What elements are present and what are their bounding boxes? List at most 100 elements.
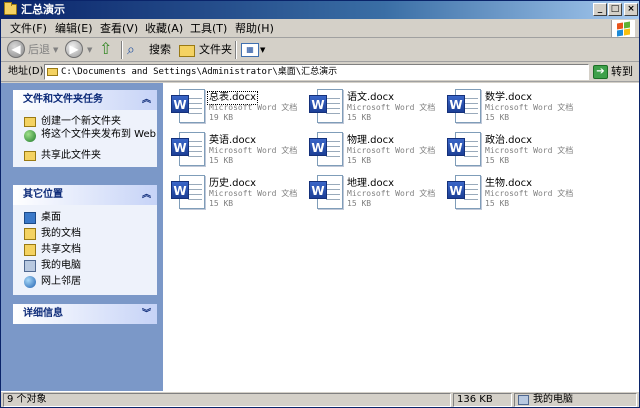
task-label: 共享此文件夹 bbox=[41, 150, 101, 161]
search-icon[interactable]: ⌕ bbox=[127, 41, 147, 59]
task-share-folder[interactable]: 共享此文件夹 bbox=[13, 149, 157, 163]
file-size: 15 KB bbox=[485, 113, 510, 122]
file-tasks-panel: 文件和文件夹任务 ︽ 创建一个新文件夹 将这个文件夹发布到 Web 共享此文件夹 bbox=[13, 90, 157, 167]
menu-edit[interactable]: 编辑(E) bbox=[55, 22, 93, 35]
place-label: 桌面 bbox=[41, 212, 61, 223]
back-button[interactable]: 后退 bbox=[28, 41, 50, 59]
file-type: Microsoft Word 文档 bbox=[347, 103, 436, 112]
status-location-label: 我的电脑 bbox=[533, 394, 573, 405]
panel-header[interactable]: 文件和文件夹任务 ︽ bbox=[13, 90, 157, 110]
network-icon bbox=[24, 276, 36, 288]
panel-title: 其它位置 bbox=[23, 189, 63, 200]
file-item[interactable]: W 物理.docx Microsoft Word 文档 15 KB bbox=[309, 130, 444, 170]
expand-chevron-icon[interactable]: ︾ bbox=[142, 304, 151, 324]
status-object-count: 9 个对象 bbox=[3, 393, 451, 407]
go-arrow-icon: ➔ bbox=[593, 65, 608, 79]
views-dropdown-icon[interactable]: ▼ bbox=[260, 41, 265, 59]
file-item[interactable]: W 生物.docx Microsoft Word 文档 15 KB bbox=[447, 173, 582, 213]
search-button[interactable]: 搜索 bbox=[149, 41, 171, 59]
title-bar[interactable]: 汇总演示 _ □ × bbox=[1, 1, 639, 19]
computer-icon bbox=[24, 260, 36, 272]
menu-file[interactable]: 文件(F) bbox=[10, 22, 47, 35]
file-type: Microsoft Word 文档 bbox=[209, 146, 298, 155]
place-label: 我的电脑 bbox=[41, 260, 81, 271]
task-label: 创建一个新文件夹 bbox=[41, 116, 121, 127]
word-document-icon: W bbox=[171, 175, 207, 211]
my-documents-icon bbox=[24, 228, 36, 240]
maximize-button[interactable]: □ bbox=[608, 3, 622, 16]
place-my-documents[interactable]: 我的文档 bbox=[13, 227, 157, 243]
file-name: 数学.docx bbox=[485, 92, 533, 103]
up-folder-icon[interactable]: ⇧ bbox=[99, 41, 117, 59]
panel-title: 详细信息 bbox=[23, 308, 63, 319]
place-my-computer[interactable]: 我的电脑 bbox=[13, 259, 157, 275]
toolbar: ◀ 后退 ▼ ▶ ▼ ⇧ ⌕ 搜索 文件夹 ▦ ▼ bbox=[1, 38, 639, 62]
file-name: 历史.docx bbox=[209, 178, 257, 189]
go-label: 转到 bbox=[611, 65, 633, 78]
folder-icon bbox=[47, 68, 58, 76]
menu-favorites[interactable]: 收藏(A) bbox=[145, 22, 183, 35]
file-name: 语文.docx bbox=[347, 92, 395, 103]
status-size: 136 KB bbox=[453, 393, 512, 407]
minimize-button[interactable]: _ bbox=[593, 3, 607, 16]
file-item[interactable]: W 数学.docx Microsoft Word 文档 15 KB bbox=[447, 87, 582, 127]
menu-view[interactable]: 查看(V) bbox=[100, 22, 138, 35]
word-document-icon: W bbox=[447, 132, 483, 168]
forward-dropdown-icon[interactable]: ▼ bbox=[87, 41, 92, 59]
go-button[interactable]: ➔ 转到 bbox=[593, 64, 633, 80]
collapse-chevron-icon[interactable]: ︽ bbox=[142, 185, 151, 205]
place-label: 网上邻居 bbox=[41, 276, 81, 287]
file-item[interactable]: W 政治.docx Microsoft Word 文档 15 KB bbox=[447, 130, 582, 170]
place-desktop[interactable]: 桌面 bbox=[13, 211, 157, 227]
windows-logo-icon bbox=[611, 20, 635, 37]
task-label: 将这个文件夹发布到 Web bbox=[41, 129, 156, 140]
collapse-chevron-icon[interactable]: ︽ bbox=[142, 90, 151, 110]
panel-header[interactable]: 详细信息 ︾ bbox=[13, 304, 157, 324]
views-icon[interactable]: ▦ bbox=[241, 43, 259, 57]
file-type: Microsoft Word 文档 bbox=[485, 189, 574, 198]
file-item[interactable]: W 语文.docx Microsoft Word 文档 15 KB bbox=[309, 87, 444, 127]
task-publish-web[interactable]: 将这个文件夹发布到 Web bbox=[13, 129, 157, 149]
menu-help[interactable]: 帮助(H) bbox=[235, 22, 274, 35]
file-size: 15 KB bbox=[485, 199, 510, 208]
panel-header[interactable]: 其它位置 ︽ bbox=[13, 185, 157, 205]
file-item[interactable]: W 历史.docx Microsoft Word 文档 15 KB bbox=[171, 173, 306, 213]
file-item[interactable]: W 地理.docx Microsoft Word 文档 15 KB bbox=[309, 173, 444, 213]
address-bar: 地址(D) C:\Documents and Settings\Administ… bbox=[1, 62, 639, 82]
file-item[interactable]: W 英语.docx Microsoft Word 文档 15 KB bbox=[171, 130, 306, 170]
file-size: 15 KB bbox=[209, 199, 234, 208]
menu-bar: 文件(F) 编辑(E) 查看(V) 收藏(A) 工具(T) 帮助(H) bbox=[1, 19, 639, 38]
globe-icon bbox=[24, 130, 36, 142]
folders-button[interactable]: 文件夹 bbox=[199, 41, 232, 59]
word-document-icon: W bbox=[309, 132, 345, 168]
file-list: W 总表.docx Microsoft Word 文档 19 KB W 语文.docx Mi… bbox=[163, 83, 639, 391]
close-button[interactable]: × bbox=[624, 3, 638, 16]
place-shared-documents[interactable]: 共享文档 bbox=[13, 243, 157, 259]
file-item[interactable]: W 总表.docx Microsoft Word 文档 19 KB bbox=[171, 87, 306, 127]
desktop-icon bbox=[24, 212, 36, 224]
file-size: 15 KB bbox=[347, 199, 372, 208]
menu-tools[interactable]: 工具(T) bbox=[190, 22, 227, 35]
file-name: 英语.docx bbox=[209, 135, 257, 146]
file-type: Microsoft Word 文档 bbox=[209, 103, 298, 112]
forward-arrow-icon[interactable]: ▶ bbox=[65, 40, 83, 58]
task-new-folder[interactable]: 创建一个新文件夹 bbox=[13, 115, 157, 129]
file-size: 15 KB bbox=[347, 113, 372, 122]
back-dropdown-icon[interactable]: ▼ bbox=[53, 41, 58, 59]
folders-icon bbox=[179, 45, 195, 57]
place-network[interactable]: 网上邻居 bbox=[13, 275, 157, 291]
file-name: 地理.docx bbox=[347, 178, 395, 189]
toolbar-separator bbox=[121, 41, 123, 59]
address-input[interactable]: C:\Documents and Settings\Administrator\… bbox=[44, 64, 589, 80]
word-document-icon: W bbox=[447, 175, 483, 211]
new-folder-icon bbox=[24, 117, 36, 127]
file-type: Microsoft Word 文档 bbox=[485, 146, 574, 155]
place-label: 共享文档 bbox=[41, 244, 81, 255]
computer-icon bbox=[518, 395, 529, 405]
window-title: 汇总演示 bbox=[21, 3, 65, 16]
back-arrow-icon[interactable]: ◀ bbox=[7, 40, 25, 58]
file-name: 物理.docx bbox=[347, 135, 395, 146]
file-size: 15 KB bbox=[485, 156, 510, 165]
word-document-icon: W bbox=[309, 175, 345, 211]
file-size: 15 KB bbox=[209, 156, 234, 165]
